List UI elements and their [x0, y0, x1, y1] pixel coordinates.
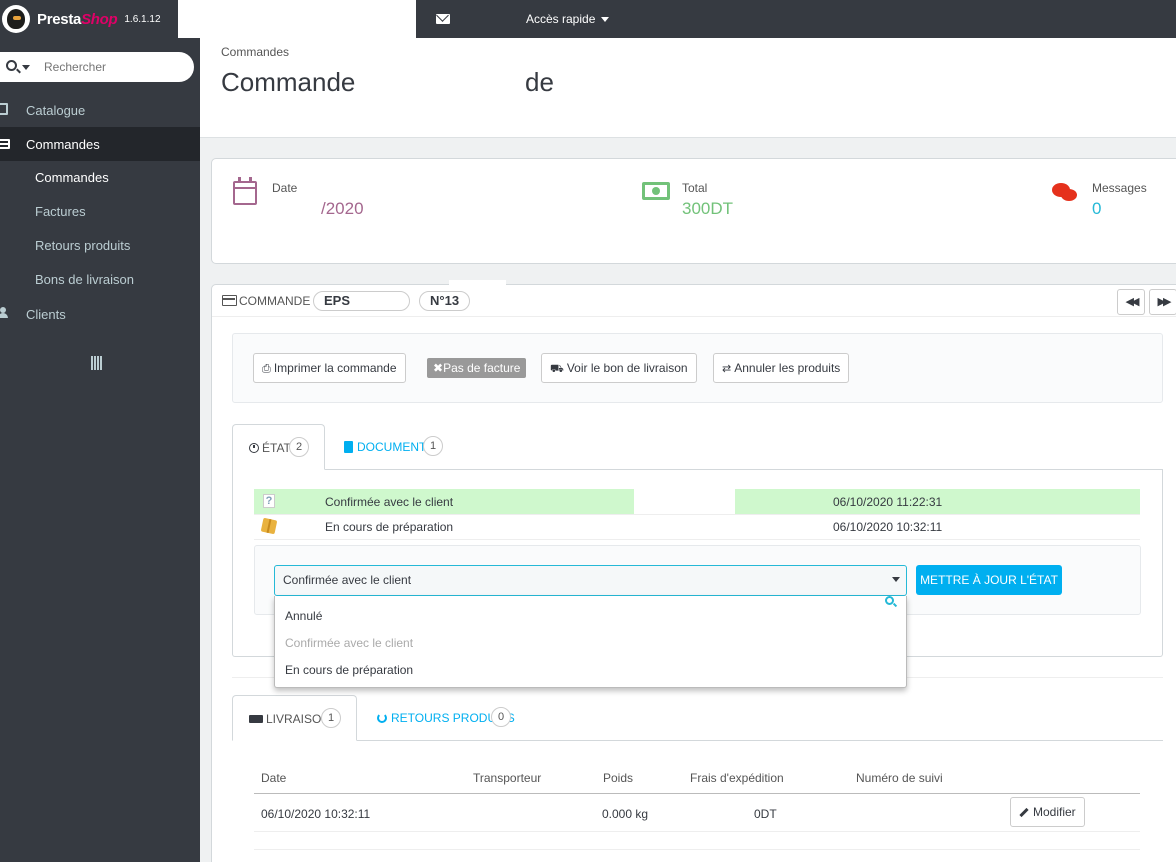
- credit-card-icon: [222, 295, 237, 306]
- comments-icon: [1052, 181, 1080, 203]
- search-box: [0, 52, 194, 82]
- sidebar-item-catalogue[interactable]: Catalogue: [0, 93, 200, 127]
- caret-down-icon[interactable]: [892, 577, 900, 582]
- caret-down-icon: [600, 17, 609, 23]
- order-state-select[interactable]: Confirmée avec le client: [274, 565, 907, 596]
- exchange-icon: ⇄: [722, 363, 732, 375]
- file-text-icon: [344, 441, 353, 453]
- order-number-badge: N°13: [419, 291, 471, 311]
- book-icon: [0, 103, 8, 115]
- shipping-date-cell: 06/10/2020 10:32:11: [261, 807, 371, 821]
- collapse-sidebar-icon[interactable]: [91, 356, 102, 370]
- no-invoice-badge: ✖Pas de facture: [427, 358, 527, 378]
- puffin-logo-icon: [2, 5, 30, 33]
- search-icon[interactable]: [6, 60, 17, 71]
- edit-shipping-button[interactable]: Modifier: [1010, 797, 1085, 827]
- caret-down-icon[interactable]: [22, 65, 30, 70]
- column-header-date: Date: [261, 771, 287, 785]
- order-panel: COMMANDE EPS N°13 ◀◀ ▶▶ ⎙ Imprimer la com…: [211, 280, 1176, 862]
- truck-icon: ⛟: [550, 363, 564, 375]
- order-state-dropdown: Annulé Confirmée avec le client En cours…: [274, 596, 907, 688]
- row-divider: [254, 831, 1140, 832]
- sidebar-subitem-factures[interactable]: Factures: [0, 195, 200, 229]
- undo-icon: [377, 713, 387, 723]
- cancel-products-button[interactable]: ⇄ Annuler les produits: [713, 353, 850, 383]
- shipping-cost-cell: 0DT: [754, 807, 777, 821]
- money-icon: [642, 182, 670, 200]
- kpi-date: Date /2020: [272, 181, 364, 218]
- dropdown-option-annule[interactable]: Annulé: [285, 609, 322, 623]
- dropdown-option-confirmee: Confirmée avec le client: [285, 636, 414, 650]
- prestashop-logo[interactable]: PrestaShop 1.6.1.12: [0, 0, 178, 38]
- pencil-icon: [1019, 808, 1029, 818]
- next-order-button[interactable]: ▶▶: [1149, 289, 1176, 315]
- sidebar-subitem-commandes[interactable]: Commandes: [0, 161, 200, 195]
- kpi-total-value: 300DT: [682, 199, 734, 218]
- sidebar-subitem-retours-produits[interactable]: Retours produits: [0, 229, 200, 263]
- dropdown-option-en-cours[interactable]: En cours de préparation: [285, 663, 413, 677]
- column-header-poids: Poids: [603, 771, 634, 785]
- sidebar-item-clients[interactable]: Clients: [0, 297, 200, 331]
- envelope-icon[interactable]: [436, 14, 450, 24]
- sidebar-subitem-bons-de-livraison[interactable]: Bons de livraison: [0, 263, 200, 297]
- tab-documents[interactable]: DOCUMENTS 1: [325, 424, 455, 470]
- kpi-messages-value: 0: [1092, 199, 1102, 218]
- order-panel-heading: COMMANDE EPS N°13 ◀◀ ▶▶: [212, 280, 1176, 317]
- quick-access-menu[interactable]: Accès rapide: [526, 12, 609, 26]
- kpi-date-value: /2020: [321, 199, 364, 218]
- order-kpi-panel: Date /2020 Total 300DT Messages 0: [211, 158, 1176, 264]
- page-title: Commande: [221, 67, 356, 97]
- package-icon: [260, 517, 278, 535]
- row-divider: [254, 849, 1140, 850]
- column-header-numero-suivi: Numéro de suivi: [856, 771, 943, 785]
- kpi-total: Total 300DT: [682, 181, 734, 218]
- view-delivery-slip-button[interactable]: ⛟ Voir le bon de livraison: [541, 353, 697, 383]
- top-bar: PrestaShop 1.6.1.12 Accès rapide: [0, 0, 1176, 38]
- close-icon: ✖: [433, 361, 444, 375]
- shipping-weight-cell: 0.000 kg: [602, 807, 649, 821]
- previous-order-button[interactable]: ◀◀: [1117, 289, 1145, 315]
- table-header-divider: [254, 793, 1140, 794]
- history-row: ? Confirmée avec le client 06/10/2020 11…: [254, 489, 1140, 514]
- breadcrumb[interactable]: Commandes: [221, 45, 289, 59]
- question-icon: ?: [263, 494, 275, 508]
- users-icon: [0, 307, 10, 319]
- truck-icon: [249, 715, 263, 723]
- tab-etat[interactable]: ÉTAT 2: [232, 424, 325, 470]
- credit-card-icon: [0, 139, 10, 149]
- kpi-messages[interactable]: Messages 0: [1092, 181, 1147, 219]
- logo-text: PrestaShop: [37, 10, 118, 28]
- column-header-transporteur: Transporteur: [473, 771, 542, 785]
- column-header-frais: Frais d'expédition: [690, 771, 784, 785]
- version-label: 1.6.1.12: [124, 13, 161, 25]
- tab-livraison[interactable]: LIVRAISON 1: [232, 695, 357, 741]
- page-title-suffix: de: [525, 67, 554, 97]
- print-order-button[interactable]: ⎙ Imprimer la commande: [253, 353, 406, 383]
- sidebar-item-commandes[interactable]: Commandes: [0, 127, 200, 161]
- sidebar: Catalogue Commandes Commandes Factures R…: [0, 38, 200, 862]
- page-header: Commandes Commande de: [200, 38, 1176, 138]
- search-icon: [885, 596, 894, 605]
- redacted-area: [178, 0, 416, 38]
- update-state-button[interactable]: METTRE À JOUR L'ÉTAT: [916, 565, 1062, 595]
- search-input[interactable]: [44, 58, 184, 76]
- row-divider: [254, 539, 1140, 540]
- print-icon: ⎙: [262, 363, 271, 375]
- clock-icon: [249, 443, 259, 453]
- order-reference-badge: EPS: [313, 280, 506, 311]
- history-row: En cours de préparation 06/10/2020 10:32…: [254, 514, 1140, 539]
- calendar-icon: [233, 177, 257, 205]
- tab-retours-produits[interactable]: RETOURS PRODUITS 0: [357, 695, 517, 741]
- order-actions-well: ⎙ Imprimer la commande ✖Pas de facture ⛟ V…: [232, 333, 1163, 403]
